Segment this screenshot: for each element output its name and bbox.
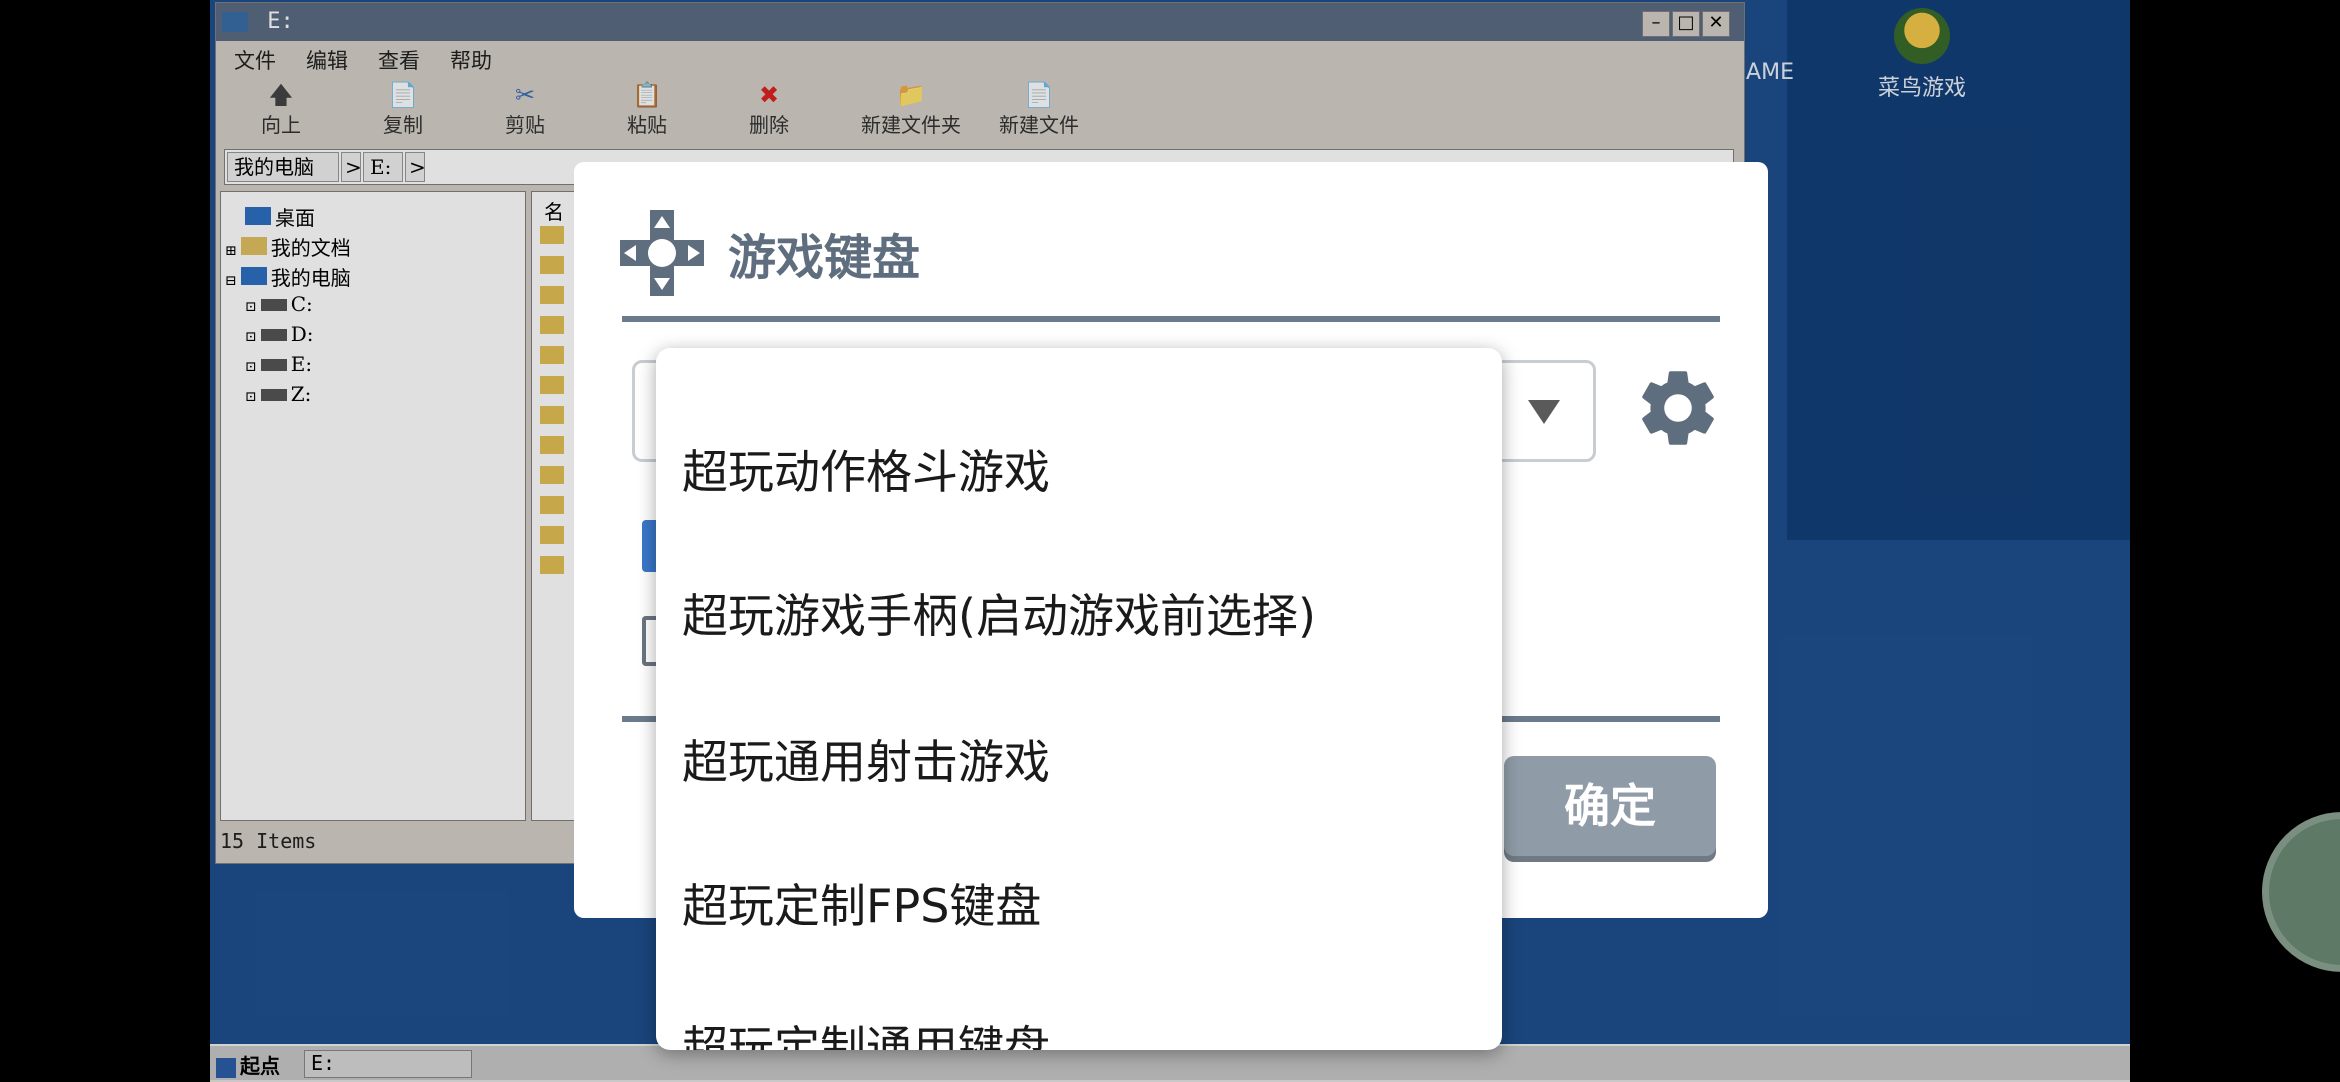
title-divider bbox=[622, 316, 1720, 322]
confirm-button[interactable]: 确定 bbox=[1504, 756, 1716, 856]
floating-assistant-button[interactable] bbox=[2262, 812, 2340, 972]
dropdown-option-fps[interactable]: 超玩定制FPS键盘 bbox=[682, 870, 1041, 936]
dialog-title: 游戏键盘 bbox=[728, 230, 921, 286]
dropdown-option-general[interactable]: 超玩定制通用键盘 bbox=[682, 1012, 1050, 1050]
keyboard-dropdown-list: 超玩动作格斗游戏 超玩游戏手柄(启动游戏前选择) 超玩通用射击游戏 超玩定制FP… bbox=[656, 348, 1502, 1050]
dropdown-option-fighting[interactable]: 超玩动作格斗游戏 bbox=[682, 436, 1050, 502]
dropdown-arrow-icon[interactable] bbox=[1528, 400, 1560, 424]
dpad-icon bbox=[620, 210, 704, 296]
dropdown-option-shooter[interactable]: 超玩通用射击游戏 bbox=[682, 726, 1050, 792]
dropdown-option-gamepad[interactable]: 超玩游戏手柄(启动游戏前选择) bbox=[682, 580, 1316, 646]
gear-icon[interactable] bbox=[1632, 362, 1724, 454]
